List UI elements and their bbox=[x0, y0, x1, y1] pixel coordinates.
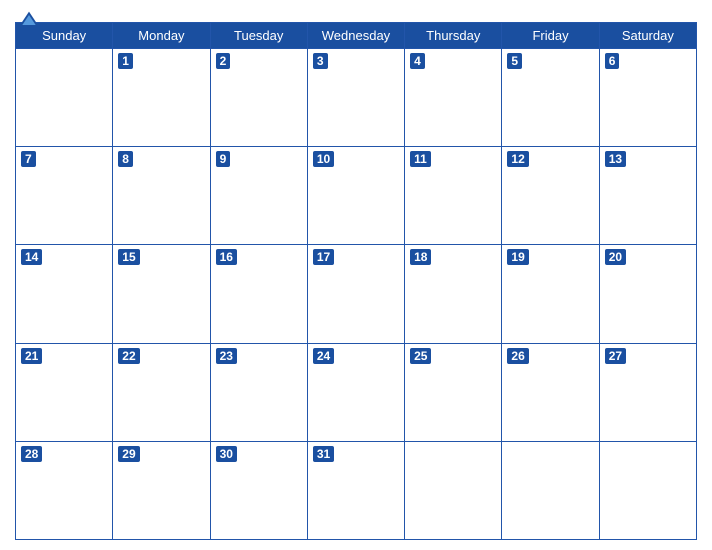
day-number: 27 bbox=[605, 348, 626, 364]
day-number: 15 bbox=[118, 249, 139, 265]
day-number: 29 bbox=[118, 446, 139, 462]
day-number: 4 bbox=[410, 53, 425, 69]
calendar-cell: 3 bbox=[307, 49, 404, 147]
calendar-cell: 4 bbox=[405, 49, 502, 147]
calendar-cell: 7 bbox=[16, 147, 113, 245]
day-number: 10 bbox=[313, 151, 334, 167]
calendar-cell: 23 bbox=[210, 343, 307, 441]
calendar-cell: 22 bbox=[113, 343, 210, 441]
day-number: 12 bbox=[507, 151, 528, 167]
day-number: 19 bbox=[507, 249, 528, 265]
day-number: 31 bbox=[313, 446, 334, 462]
weekday-header-saturday: Saturday bbox=[599, 23, 696, 49]
weekday-header-tuesday: Tuesday bbox=[210, 23, 307, 49]
day-number: 30 bbox=[216, 446, 237, 462]
day-number: 8 bbox=[118, 151, 133, 167]
day-number: 20 bbox=[605, 249, 626, 265]
calendar-cell: 2 bbox=[210, 49, 307, 147]
weekday-header-monday: Monday bbox=[113, 23, 210, 49]
calendar-cell: 27 bbox=[599, 343, 696, 441]
day-number: 5 bbox=[507, 53, 522, 69]
day-number: 25 bbox=[410, 348, 431, 364]
day-number: 26 bbox=[507, 348, 528, 364]
day-number: 21 bbox=[21, 348, 42, 364]
calendar-week-row: 21 22 23 24 25 26 27 bbox=[16, 343, 697, 441]
day-number: 17 bbox=[313, 249, 334, 265]
day-number: 1 bbox=[118, 53, 133, 69]
generalblue-icon bbox=[15, 10, 43, 30]
day-number: 28 bbox=[21, 446, 42, 462]
calendar-page: SundayMondayTuesdayWednesdayThursdayFrid… bbox=[0, 0, 712, 550]
day-number: 3 bbox=[313, 53, 328, 69]
weekday-header-friday: Friday bbox=[502, 23, 599, 49]
calendar-cell: 14 bbox=[16, 245, 113, 343]
calendar-week-row: 7 8 9 10 11 12 13 bbox=[16, 147, 697, 245]
day-number: 9 bbox=[216, 151, 231, 167]
calendar-header bbox=[15, 10, 697, 18]
day-number: 11 bbox=[410, 151, 431, 167]
calendar-table: SundayMondayTuesdayWednesdayThursdayFrid… bbox=[15, 22, 697, 540]
day-number: 23 bbox=[216, 348, 237, 364]
day-number: 6 bbox=[605, 53, 620, 69]
calendar-cell bbox=[502, 441, 599, 539]
calendar-cell: 24 bbox=[307, 343, 404, 441]
calendar-cell: 19 bbox=[502, 245, 599, 343]
calendar-cell: 10 bbox=[307, 147, 404, 245]
day-number: 7 bbox=[21, 151, 36, 167]
calendar-week-row: 14 15 16 17 18 19 20 bbox=[16, 245, 697, 343]
calendar-cell: 26 bbox=[502, 343, 599, 441]
calendar-cell: 5 bbox=[502, 49, 599, 147]
calendar-cell: 9 bbox=[210, 147, 307, 245]
calendar-cell: 28 bbox=[16, 441, 113, 539]
calendar-cell: 17 bbox=[307, 245, 404, 343]
calendar-cell: 18 bbox=[405, 245, 502, 343]
calendar-cell: 8 bbox=[113, 147, 210, 245]
calendar-week-row: 1 2 3 4 5 6 bbox=[16, 49, 697, 147]
day-number: 14 bbox=[21, 249, 42, 265]
day-number: 2 bbox=[216, 53, 231, 69]
calendar-cell: 13 bbox=[599, 147, 696, 245]
weekday-header-thursday: Thursday bbox=[405, 23, 502, 49]
calendar-cell: 21 bbox=[16, 343, 113, 441]
calendar-cell: 25 bbox=[405, 343, 502, 441]
calendar-cell: 15 bbox=[113, 245, 210, 343]
weekday-header-wednesday: Wednesday bbox=[307, 23, 404, 49]
calendar-cell: 16 bbox=[210, 245, 307, 343]
calendar-cell: 1 bbox=[113, 49, 210, 147]
calendar-cell bbox=[599, 441, 696, 539]
calendar-cell: 12 bbox=[502, 147, 599, 245]
logo-area bbox=[15, 10, 46, 30]
day-number: 18 bbox=[410, 249, 431, 265]
calendar-cell: 29 bbox=[113, 441, 210, 539]
calendar-cell: 31 bbox=[307, 441, 404, 539]
day-number: 24 bbox=[313, 348, 334, 364]
calendar-cell bbox=[16, 49, 113, 147]
day-number: 16 bbox=[216, 249, 237, 265]
calendar-cell: 11 bbox=[405, 147, 502, 245]
calendar-cell bbox=[405, 441, 502, 539]
calendar-cell: 30 bbox=[210, 441, 307, 539]
weekday-header-row: SundayMondayTuesdayWednesdayThursdayFrid… bbox=[16, 23, 697, 49]
calendar-cell: 6 bbox=[599, 49, 696, 147]
day-number: 22 bbox=[118, 348, 139, 364]
calendar-cell: 20 bbox=[599, 245, 696, 343]
calendar-week-row: 28 29 30 31 bbox=[16, 441, 697, 539]
day-number: 13 bbox=[605, 151, 626, 167]
